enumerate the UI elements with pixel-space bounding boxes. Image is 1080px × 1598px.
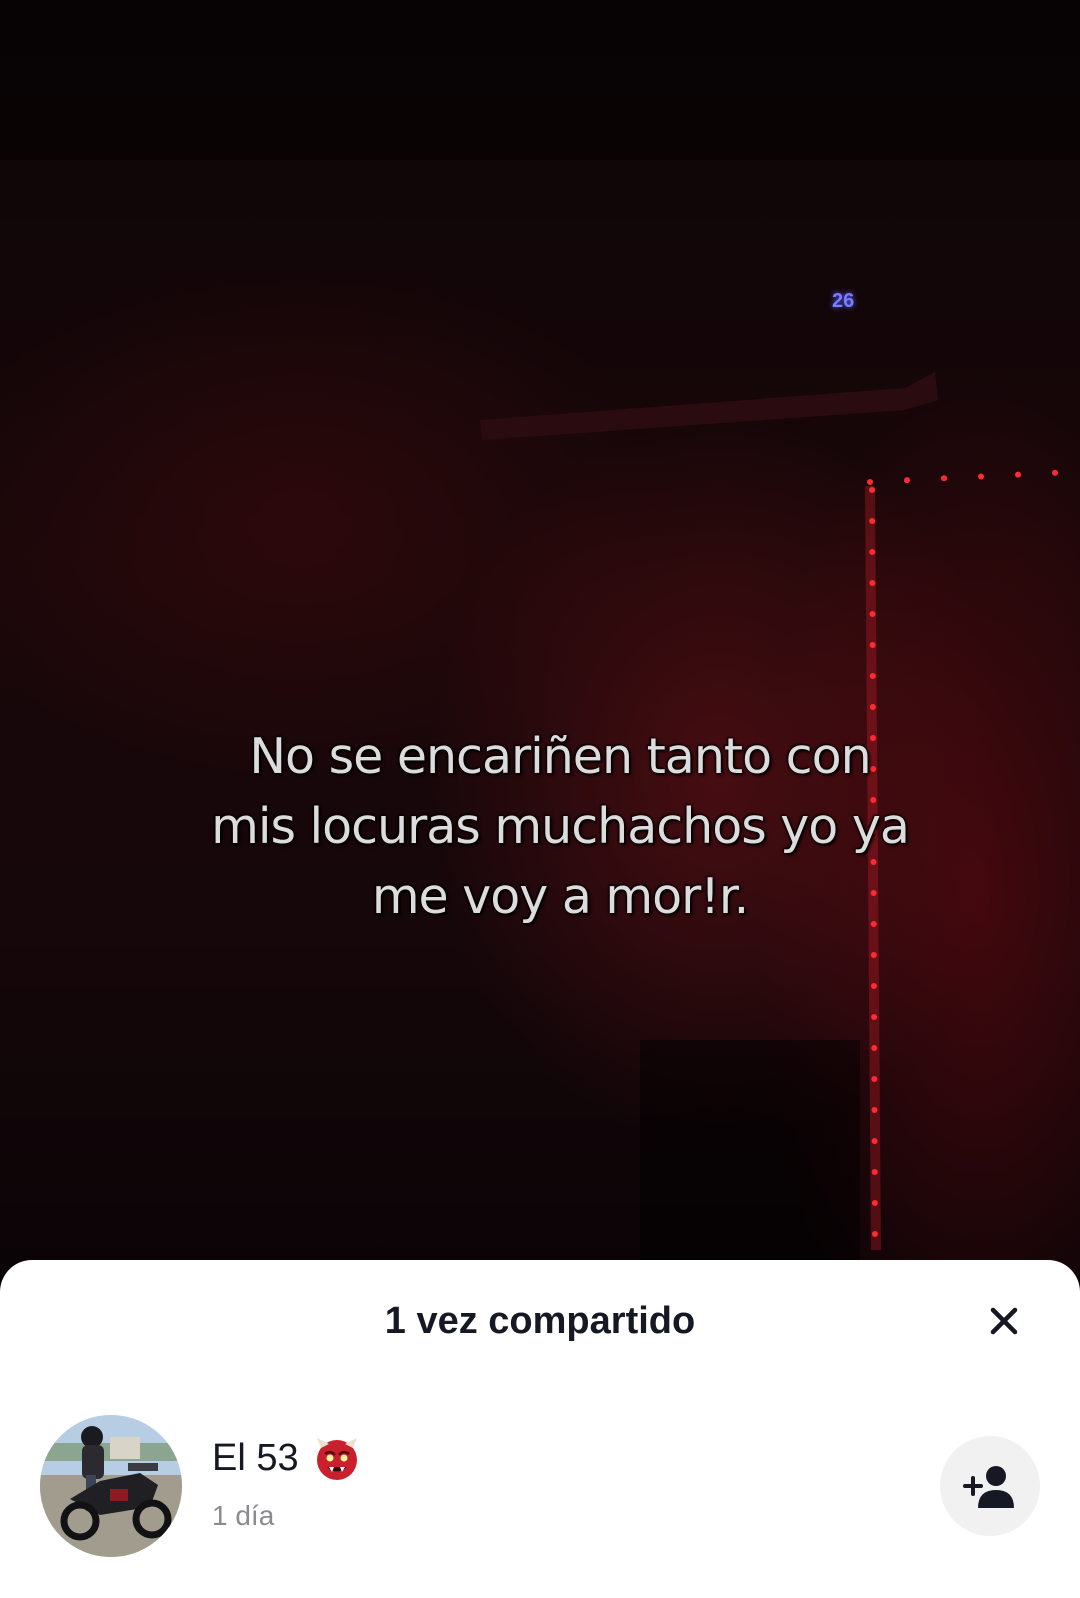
led-dot <box>869 642 876 648</box>
ceiling-shadow <box>0 0 1080 160</box>
led-dot <box>871 1200 878 1206</box>
led-dot <box>871 1231 878 1237</box>
share-time: 1 día <box>212 1500 275 1531</box>
video-overlay-tag: 26 <box>832 290 855 312</box>
led-dot <box>871 1076 878 1082</box>
led-dot <box>871 1107 878 1113</box>
video-player[interactable]: 26 No se encariñen tanto con mis locuras… <box>0 0 1080 1290</box>
ogre-emoji-icon <box>313 1434 361 1482</box>
led-dot <box>867 479 873 485</box>
led-dot <box>869 580 876 586</box>
sheet-title: 1 vez compartido <box>384 1300 696 1342</box>
led-dot <box>1052 469 1058 476</box>
add-user-icon <box>963 1466 1014 1508</box>
led-dot <box>870 952 877 958</box>
led-dot <box>869 611 876 617</box>
led-dot <box>869 549 876 555</box>
led-dot <box>869 673 876 679</box>
led-dot <box>1015 471 1021 478</box>
led-dot <box>871 1014 878 1020</box>
share-sheet: 1 vez compartido El 53 1 día <box>0 1260 1080 1598</box>
led-dot <box>870 983 877 989</box>
led-dot <box>869 704 876 710</box>
shelf-shape <box>480 372 938 440</box>
led-dot <box>978 473 984 480</box>
share-user-row[interactable]: El 53 1 día <box>0 1410 1080 1560</box>
user-name-text: El 53 <box>212 1436 299 1479</box>
video-caption: No se encariñen tanto con mis locuras mu… <box>211 728 910 925</box>
close-button[interactable] <box>985 1302 1037 1354</box>
floor-shadow <box>640 1040 860 1290</box>
avatar[interactable] <box>40 1415 182 1557</box>
led-dot <box>871 1045 878 1051</box>
led-dot <box>904 477 910 484</box>
led-dot <box>869 518 876 524</box>
led-dot <box>941 475 947 482</box>
close-icon <box>990 1307 1018 1335</box>
led-strip-top <box>867 469 1058 485</box>
led-dot <box>871 1138 878 1144</box>
video-frame-scene <box>0 0 1080 1290</box>
add-user-button[interactable] <box>940 1436 1040 1536</box>
led-dot <box>869 487 875 493</box>
avatar-photo <box>40 1415 182 1557</box>
app-screen: 26 No se encariñen tanto con mis locuras… <box>0 0 1080 1598</box>
led-dot <box>871 1169 878 1175</box>
user-name[interactable]: El 53 <box>212 1434 361 1482</box>
